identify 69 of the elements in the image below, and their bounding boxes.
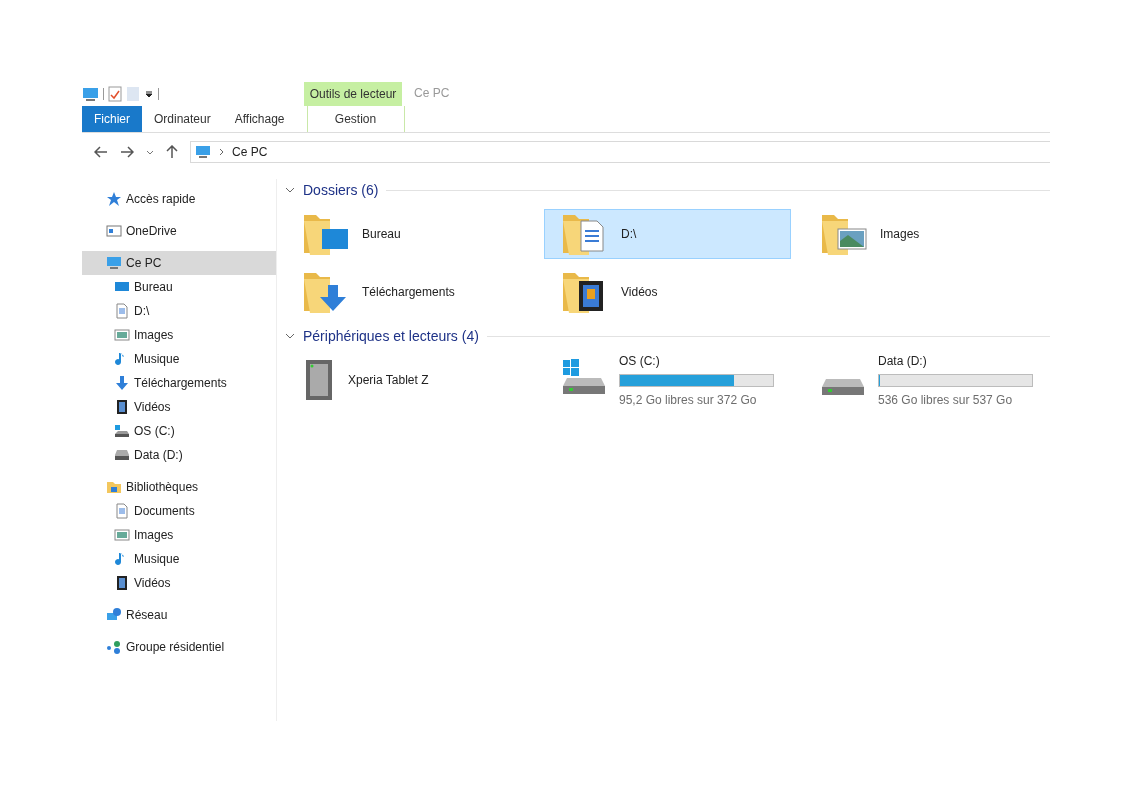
- item-name: Vidéos: [621, 284, 658, 301]
- context-group-label: Outils de lecteur: [304, 82, 402, 106]
- address-field[interactable]: Ce PC: [190, 141, 1050, 163]
- checklist-icon[interactable]: [108, 86, 122, 102]
- nav-item[interactable]: Bureau: [82, 275, 276, 299]
- item-name: Téléchargements: [362, 284, 455, 301]
- folder-tile[interactable]: D:\: [544, 209, 791, 259]
- nav-item[interactable]: Musique: [82, 547, 276, 571]
- library-folder-icon: [106, 479, 122, 495]
- people-icon: [106, 639, 122, 655]
- item-name: Xperia Tablet Z: [348, 372, 429, 389]
- drive-icon: [114, 447, 130, 463]
- group-header[interactable]: Dossiers (6): [303, 179, 379, 201]
- drive-icon: [114, 423, 130, 439]
- nav-item[interactable]: Musique: [82, 347, 276, 371]
- picture-icon: [114, 527, 130, 543]
- ribbon-tab[interactable]: Gestion: [306, 106, 405, 132]
- ribbon-tab[interactable]: Affichage: [222, 106, 297, 132]
- item-name: Images: [880, 226, 920, 243]
- down-arrow-icon: [114, 375, 130, 391]
- nav-item[interactable]: Data (D:): [82, 443, 276, 467]
- nav-item[interactable]: Téléchargements: [82, 371, 276, 395]
- star-icon: [106, 191, 122, 207]
- nav-item[interactable]: OS (C:): [82, 419, 276, 443]
- window-title: Ce PC: [414, 85, 450, 102]
- computer-icon[interactable]: [82, 86, 99, 102]
- up-arrow-icon[interactable]: [166, 145, 178, 159]
- item-name: D:\: [621, 226, 637, 243]
- ribbon-tab[interactable]: Ordinateur: [142, 106, 223, 132]
- forward-arrow-icon[interactable]: [120, 146, 134, 158]
- nav-item[interactable]: Images: [82, 523, 276, 547]
- nav-item[interactable]: OneDrive: [82, 219, 276, 243]
- document-icon: [114, 503, 130, 519]
- nav-item[interactable]: Vidéos: [82, 571, 276, 595]
- nav-item[interactable]: Bibliothèques: [82, 475, 276, 499]
- computer-icon: [106, 255, 122, 271]
- nav-item[interactable]: Documents: [82, 499, 276, 523]
- chevron-right-icon[interactable]: [219, 148, 224, 156]
- nav-item[interactable]: D:\: [82, 299, 276, 323]
- hard-drive-icon: [820, 378, 866, 396]
- film-icon: [114, 399, 130, 415]
- folder-tile[interactable]: Images: [803, 209, 1050, 259]
- computer-icon: [195, 144, 211, 160]
- drive-name: Data (D:): [878, 352, 928, 370]
- chevron-down-icon[interactable]: [146, 149, 154, 155]
- picture-icon: [114, 327, 130, 343]
- film-icon: [114, 575, 130, 591]
- nav-item[interactable]: Accès rapide: [82, 187, 276, 211]
- nav-item[interactable]: Ce PC: [82, 251, 276, 275]
- back-arrow-icon[interactable]: [94, 146, 108, 158]
- address-path: Ce PC: [232, 144, 268, 161]
- nav-item[interactable]: Vidéos: [82, 395, 276, 419]
- drive-name: OS (C:): [619, 352, 661, 370]
- nav-item[interactable]: Groupe résidentiel: [82, 635, 276, 659]
- device-tile[interactable]: Xperia Tablet Z: [285, 355, 532, 405]
- item-name: Bureau: [362, 226, 401, 243]
- chevron-down-icon[interactable]: [285, 333, 295, 339]
- chevron-down-icon[interactable]: [285, 187, 295, 193]
- nav-item[interactable]: Réseau: [82, 603, 276, 627]
- network-icon: [106, 607, 122, 623]
- hard-drive-icon: [561, 358, 607, 396]
- folder-tile[interactable]: Vidéos: [544, 267, 791, 317]
- document-icon: [114, 303, 130, 319]
- folder-tile[interactable]: Bureau: [285, 209, 532, 259]
- dropdown-icon[interactable]: [144, 89, 154, 99]
- folder-tile[interactable]: Téléchargements: [285, 267, 532, 317]
- group-header[interactable]: Périphériques et lecteurs (4): [303, 325, 479, 347]
- nav-item[interactable]: Images: [82, 323, 276, 347]
- ribbon-tab[interactable]: Fichier: [82, 106, 142, 132]
